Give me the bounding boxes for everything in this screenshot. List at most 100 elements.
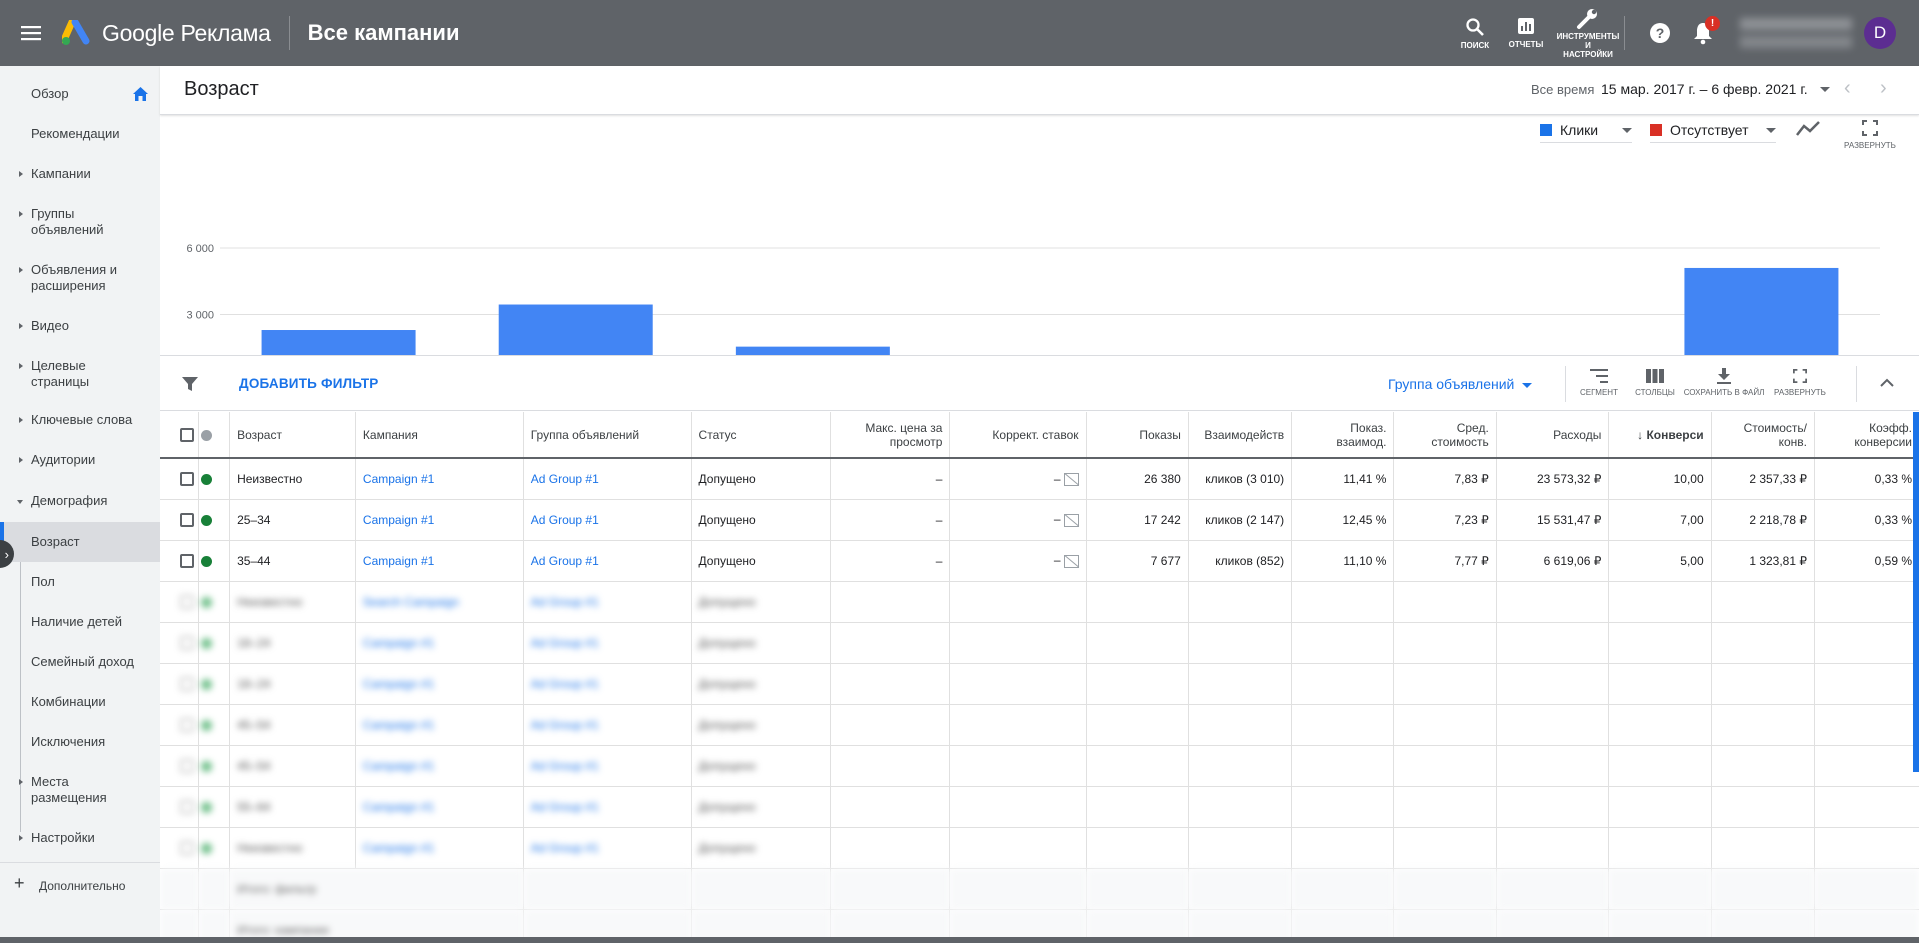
col-campaign[interactable]: Кампания <box>355 412 524 459</box>
reports-nav-button[interactable]: ОТЧЕТЫ <box>1505 0 1547 66</box>
table-row[interactable]: 45–54 Campaign #1 Ad Group #1 Допущено <box>160 704 1919 746</box>
sidebar-item-audiences[interactable]: Аудитории <box>0 452 160 468</box>
row-checkbox[interactable] <box>180 840 194 855</box>
row-checkbox[interactable] <box>180 594 194 609</box>
date-range-picker[interactable]: 15 мар. 2017 г. – 6 февр. 2021 г. <box>1601 81 1808 97</box>
columns-button[interactable]: СТОЛБЦЫ <box>1627 364 1683 398</box>
date-dropdown-icon[interactable] <box>1820 87 1830 92</box>
row-checkbox[interactable] <box>180 635 194 650</box>
row-checkbox[interactable] <box>180 676 194 691</box>
campaign-link[interactable]: Campaign #1 <box>363 800 434 814</box>
edit-bid-icon[interactable] <box>1063 472 1079 486</box>
prev-period-icon[interactable]: ‹ <box>1844 77 1851 100</box>
campaign-link[interactable]: Campaign #1 <box>363 554 434 568</box>
bar-Неизвестно[interactable] <box>1684 267 1839 356</box>
table-row[interactable]: Неизвестно Campaign #1 Ad Group #1 Допущено… <box>160 458 1919 500</box>
chevron-up-icon[interactable] <box>1880 378 1894 388</box>
sidebar-item-placements[interactable]: Места размещения <box>0 774 160 806</box>
adgroup-link[interactable]: Ad Group #1 <box>531 759 599 773</box>
table-row[interactable]: 45–54 Campaign #1 Ad Group #1 Допущено <box>160 745 1919 787</box>
checkbox[interactable] <box>180 427 194 442</box>
row-checkbox[interactable] <box>180 717 194 732</box>
notifications-button[interactable]: ! <box>1689 0 1720 66</box>
col-cost-per-conv[interactable]: Стоимость/ конв. <box>1711 412 1816 459</box>
adgroup-link[interactable]: Ad Group #1 <box>531 554 599 568</box>
row-checkbox[interactable] <box>180 799 194 814</box>
adgroup-link[interactable]: Ad Group #1 <box>531 677 599 691</box>
col-conversions[interactable]: ↓ Конверси <box>1608 412 1712 459</box>
campaign-link[interactable]: Campaign #1 <box>363 718 434 732</box>
bar-18–24[interactable] <box>261 330 416 356</box>
row-checkbox[interactable] <box>180 758 194 773</box>
sidebar-item-keywords[interactable]: Ключевые слова <box>0 412 160 428</box>
campaign-link[interactable]: Campaign #1 <box>363 841 434 855</box>
col-conv-rate[interactable]: Коэфф. конверсии <box>1814 412 1919 459</box>
sidebar-item-combinations[interactable]: Комбинации <box>0 694 160 710</box>
sidebar-item-overview[interactable]: Обзор <box>0 86 160 102</box>
campaign-link[interactable]: Search Campaign <box>363 595 459 609</box>
table-row[interactable]: 55–64 Campaign #1 Ad Group #1 Допущено <box>160 786 1919 828</box>
sidebar-item-age[interactable]: Возраст <box>0 522 160 562</box>
sidebar-item-demographics[interactable]: Демография <box>0 493 160 509</box>
sidebar-item-parental-status[interactable]: Наличие детей <box>0 614 160 630</box>
sidebar-item-exclusions[interactable]: Исключения <box>0 734 160 750</box>
table-row[interactable]: 18–24 Campaign #1 Ad Group #1 Допущено <box>160 622 1919 664</box>
sidebar-item-ad-groups[interactable]: Группы объявлений <box>0 206 160 238</box>
campaign-link[interactable]: Campaign #1 <box>363 513 434 527</box>
col-avg-cost[interactable]: Сред. стоимость <box>1393 412 1497 459</box>
row-checkbox[interactable] <box>180 472 194 487</box>
row-checkbox[interactable] <box>180 512 194 527</box>
group-by-selector[interactable]: Группа объявлений <box>1388 376 1533 392</box>
adgroup-link[interactable]: Ad Group #1 <box>531 718 599 732</box>
col-age[interactable]: Возраст <box>229 412 356 459</box>
sidebar-item-videos[interactable]: Видео <box>0 318 160 334</box>
col-impressions[interactable]: Показы <box>1086 412 1189 459</box>
campaign-link[interactable]: Campaign #1 <box>363 759 434 773</box>
col-bid-adj[interactable]: Коррект. ставок <box>949 412 1087 459</box>
sidebar-item-ads-extensions[interactable]: Объявления и расширения <box>0 262 160 294</box>
filter-icon[interactable] <box>182 376 198 392</box>
sidebar-item-campaigns[interactable]: Кампании <box>0 166 160 182</box>
adgroup-link[interactable]: Ad Group #1 <box>531 513 599 527</box>
col-status[interactable]: Статус <box>691 412 831 459</box>
col-max-cpv[interactable]: Макс. цена за просмотр <box>830 412 951 459</box>
adgroup-link[interactable]: Ad Group #1 <box>531 472 599 486</box>
help-button[interactable]: ? <box>1647 0 1673 66</box>
table-row[interactable]: 18–24 Campaign #1 Ad Group #1 Допущено <box>160 663 1919 705</box>
search-nav-button[interactable]: ПОИСК <box>1458 0 1492 66</box>
table-row[interactable]: Неизвестно Campaign #1 Ad Group #1 Допущено <box>160 827 1919 869</box>
col-interaction-rate[interactable]: Показ. взаимод. <box>1291 412 1395 459</box>
bar-25–34[interactable] <box>498 304 653 356</box>
campaign-link[interactable]: Campaign #1 <box>363 472 434 486</box>
tools-nav-button[interactable]: ИНСТРУМЕНТЫ И НАСТРОЙКИ <box>1556 0 1620 66</box>
adgroup-link[interactable]: Ad Group #1 <box>531 841 599 855</box>
next-period-icon[interactable]: › <box>1880 77 1887 100</box>
vertical-scrollbar[interactable] <box>1913 412 1919 772</box>
sidebar-item-settings[interactable]: Настройки <box>0 830 160 846</box>
select-all-checkbox[interactable] <box>160 412 200 459</box>
table-row[interactable]: 25–34 Campaign #1 Ad Group #1 Допущено – –17 … <box>160 499 1919 541</box>
campaign-link[interactable]: Campaign #1 <box>363 677 434 691</box>
menu-icon[interactable] <box>0 0 62 66</box>
segment-button[interactable]: СЕГМЕНТ <box>1571 364 1627 398</box>
table-row[interactable]: Неизвестно Search Campaign Ad Group #1 Допу… <box>160 581 1919 623</box>
col-interactions[interactable]: Взаимодейств <box>1188 412 1293 459</box>
save-to-file-button[interactable]: СОХРАНИТЬ В ФАЙЛ <box>1683 364 1765 398</box>
avatar[interactable]: D <box>1864 17 1896 49</box>
col-cost[interactable]: Расходы <box>1496 412 1610 459</box>
sidebar-item-landing-pages[interactable]: Целевые страницы <box>0 358 160 390</box>
adgroup-link[interactable]: Ad Group #1 <box>531 800 599 814</box>
table-expand-button[interactable]: РАЗВЕРНУТЬ <box>1772 364 1828 398</box>
adgroup-link[interactable]: Ad Group #1 <box>531 636 599 650</box>
sidebar-item-gender[interactable]: Пол <box>0 574 160 590</box>
sidebar-item-more[interactable]: + Дополнительно <box>0 874 160 894</box>
sidebar-item-recommendations[interactable]: Рекомендации <box>0 126 160 142</box>
edit-bid-icon[interactable] <box>1063 554 1079 568</box>
table-row[interactable]: 35–44 Campaign #1 Ad Group #1 Допущено – –7 6… <box>160 540 1919 582</box>
add-filter-button[interactable]: ДОБАВИТЬ ФИЛЬТР <box>239 376 379 391</box>
adgroup-link[interactable]: Ad Group #1 <box>531 595 599 609</box>
account-info[interactable] <box>1740 18 1852 48</box>
edit-bid-icon[interactable] <box>1063 513 1079 527</box>
row-checkbox[interactable] <box>180 553 194 568</box>
sidebar-item-household-income[interactable]: Семейный доход <box>0 654 160 670</box>
